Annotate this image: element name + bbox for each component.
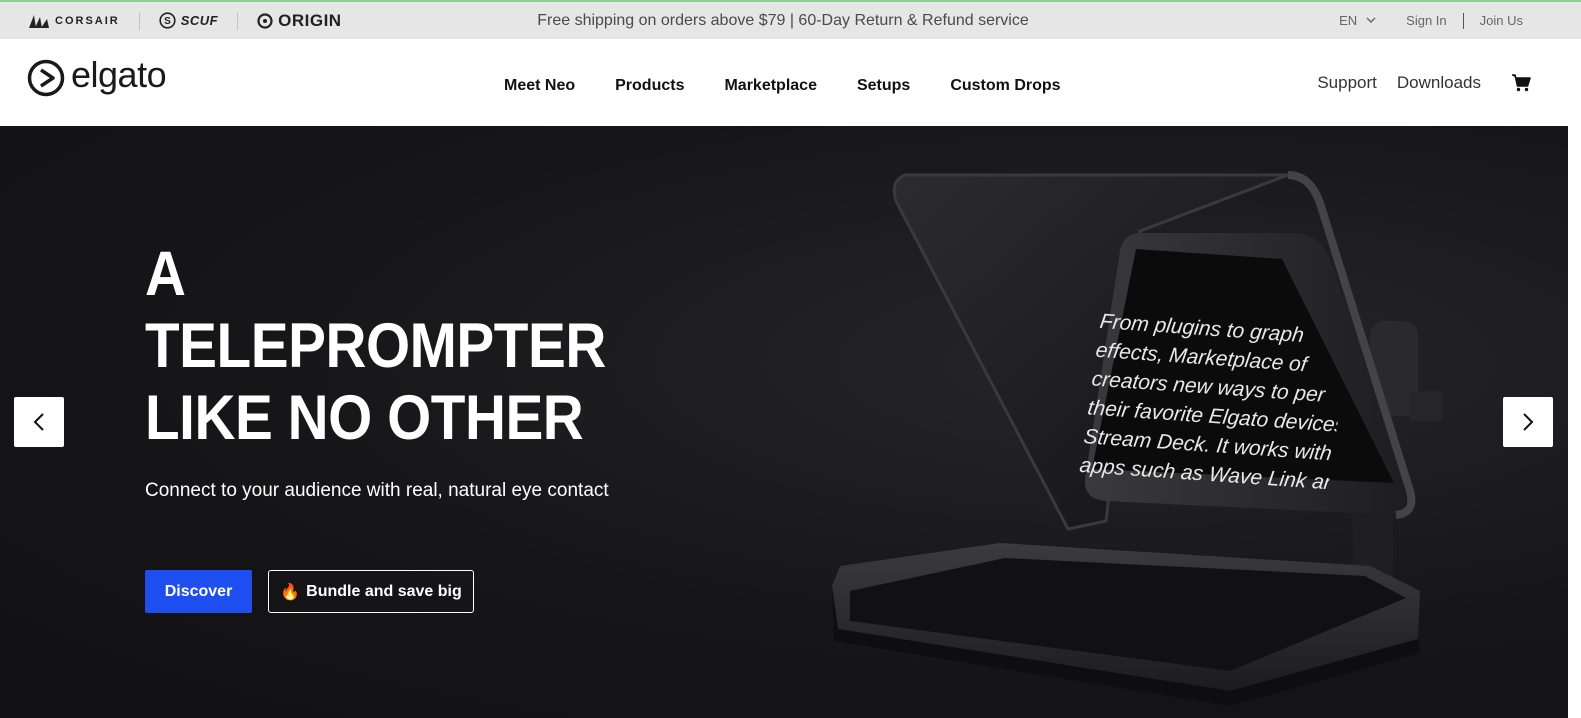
bundle-button-label: Bundle and save big <box>306 582 462 600</box>
nav-custom-drops[interactable]: Custom Drops <box>950 77 1060 95</box>
utility-bar: CORSAIR S SCUF ORIGIN Free shipping on o… <box>0 0 1581 39</box>
elgato-logo[interactable]: elgato <box>27 54 167 97</box>
hero-title-line: LIKE NO OTHER <box>145 383 584 453</box>
teleprompter-screen-text: From plugins to graph effects, Marketpla… <box>1077 307 1351 503</box>
discover-button[interactable]: Discover <box>145 570 252 613</box>
secondary-nav: Support Downloads <box>1317 39 1531 126</box>
fire-icon: 🔥 <box>280 583 301 601</box>
account-divider <box>1462 12 1464 29</box>
join-us-link[interactable]: Join Us <box>1480 13 1523 28</box>
chevron-right-icon <box>1523 413 1534 431</box>
main-navigation: elgato Meet Neo Products Marketplace Set… <box>0 39 1581 126</box>
bundle-button[interactable]: 🔥 Bundle and save big <box>268 570 474 613</box>
support-link[interactable]: Support <box>1317 73 1377 93</box>
account-links: EN Sign In Join Us <box>1339 2 1523 39</box>
chevron-left-icon <box>33 413 44 431</box>
language-selector[interactable]: EN <box>1339 13 1376 28</box>
logo-wordmark: elgato <box>71 54 167 95</box>
cart-icon <box>1512 73 1531 91</box>
hero-title-line: TELEPROMPTER <box>145 311 606 381</box>
language-label: EN <box>1339 13 1358 28</box>
sign-in-link[interactable]: Sign In <box>1406 13 1446 28</box>
nav-products[interactable]: Products <box>615 77 684 95</box>
carousel-prev-button[interactable] <box>14 397 64 447</box>
nav-setups[interactable]: Setups <box>857 77 910 95</box>
nav-marketplace[interactable]: Marketplace <box>724 77 817 95</box>
carousel-next-button[interactable] <box>1503 397 1553 447</box>
promo-banner: Free shipping on orders above $79 | 60-D… <box>537 12 1029 29</box>
primary-nav-links: Meet Neo Products Marketplace Setups Cus… <box>504 39 1101 126</box>
hero-carousel: From plugins to graph effects, Marketpla… <box>0 126 1568 718</box>
teleprompter-image: From plugins to graph effects, Marketpla… <box>810 161 1460 718</box>
hero-subtitle: Connect to your audience with real, natu… <box>145 480 609 501</box>
hero-title: A TELEPROMPTER LIKE NO OTHER <box>145 238 606 454</box>
chevron-down-icon <box>1366 17 1376 23</box>
nav-meet-neo[interactable]: Meet Neo <box>504 77 575 95</box>
elgato-logo-icon <box>27 59 65 97</box>
cart-button[interactable] <box>1511 73 1531 92</box>
downloads-link[interactable]: Downloads <box>1397 73 1481 93</box>
hero-title-line: A <box>145 239 186 309</box>
